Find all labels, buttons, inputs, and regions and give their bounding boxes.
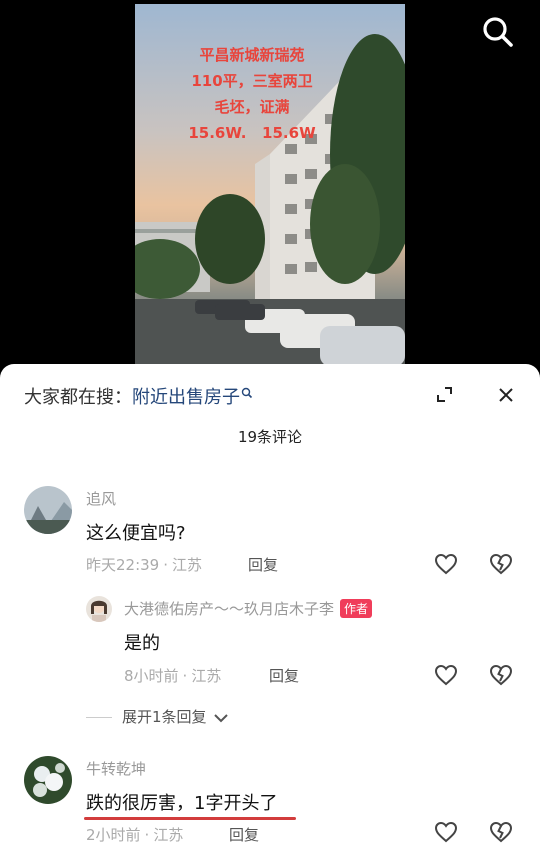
reply-username[interactable]: 大港德佑房产～～玖月店木子李 作者	[124, 598, 373, 619]
hot-search-query[interactable]: 附近出售房子	[132, 387, 240, 408]
close-icon	[499, 388, 513, 402]
dislike-button[interactable]	[488, 820, 514, 844]
heart-icon	[434, 553, 458, 575]
caption-line: 110平，三室两卫	[191, 72, 313, 90]
heart-icon	[434, 821, 458, 843]
dislike-button[interactable]	[488, 663, 514, 687]
expand-panel-button[interactable]	[434, 384, 456, 406]
fullscreen-icon	[437, 387, 452, 402]
reply-meta: 8小时前 · 江苏	[124, 665, 221, 686]
reply-username-text: 大港德佑房产～～玖月店木子李	[124, 600, 335, 618]
avatar[interactable]	[86, 596, 112, 622]
comment-meta: 2小时前 · 江苏	[86, 824, 183, 845]
comment-text: 跌的很厉害，1字开头了	[86, 793, 278, 814]
comment-meta: 昨天22:39 · 江苏	[86, 554, 202, 575]
avatar-image	[86, 596, 112, 622]
broken-heart-icon	[489, 553, 513, 575]
meta-separator: ·	[163, 556, 169, 574]
reply-button[interactable]: 回复	[229, 824, 259, 845]
text-underline	[84, 817, 296, 820]
comment-username[interactable]: 追风	[86, 488, 116, 509]
video-frame[interactable]: 平昌新城新瑞苑 110平，三室两卫 毛坯，证满 15.6W. 15.6W	[135, 4, 405, 370]
broken-heart-icon	[489, 664, 513, 686]
avatar[interactable]	[24, 756, 72, 804]
reply-location: 江苏	[191, 667, 222, 685]
author-badge: 作者	[340, 599, 373, 618]
video-area[interactable]: 平昌新城新瑞苑 110平，三室两卫 毛坯，证满 15.6W. 15.6W	[0, 0, 540, 370]
like-button[interactable]	[433, 820, 459, 844]
expand-replies-label: 展开1条回复	[122, 708, 207, 726]
hot-search-prefix: 大家都在搜：	[24, 387, 132, 408]
chevron-down-icon	[214, 713, 229, 722]
comment-time: 2小时前	[86, 826, 141, 844]
comment-text: 这么便宜吗?	[86, 523, 186, 544]
expand-replies-button[interactable]: 展开1条回复	[86, 706, 229, 727]
comment-username[interactable]: 牛转乾坤	[86, 758, 146, 779]
avatar-image	[24, 756, 72, 804]
caption-line: 毛坯，证满	[214, 98, 290, 116]
broken-heart-icon	[489, 821, 513, 843]
comment-count: 19条评论	[237, 428, 303, 446]
caption-line: 平昌新城新瑞苑	[199, 46, 305, 64]
meta-separator: ·	[182, 667, 188, 685]
like-button[interactable]	[433, 663, 459, 687]
comment-location: 江苏	[153, 826, 184, 844]
avatar[interactable]	[24, 486, 72, 534]
heart-icon	[434, 664, 458, 686]
dislike-button[interactable]	[488, 552, 514, 576]
video-caption: 平昌新城新瑞苑 110平，三室两卫 毛坯，证满 15.6W. 15.6W	[177, 42, 327, 146]
reply-button[interactable]: 回复	[269, 665, 299, 686]
avatar-image	[24, 486, 72, 534]
comment-location: 江苏	[172, 556, 203, 574]
reply-time: 8小时前	[124, 667, 179, 685]
meta-separator: ·	[144, 826, 150, 844]
comments-panel: 大家都在搜：附近出售房子 19条评论 追风 这么便宜吗? 昨天22:39 · 江苏 …	[0, 364, 540, 868]
caption-line: 15.6W. 15.6W	[188, 124, 316, 142]
divider-line	[86, 717, 112, 718]
search-icon	[483, 17, 513, 47]
search-button[interactable]	[480, 14, 516, 50]
reply-text: 是的	[124, 633, 160, 654]
close-button[interactable]	[495, 384, 517, 406]
small-search-icon	[241, 383, 253, 404]
reply-button[interactable]: 回复	[248, 554, 278, 575]
hot-search-bar[interactable]: 大家都在搜：附近出售房子	[24, 383, 253, 409]
like-button[interactable]	[433, 552, 459, 576]
comment-time: 昨天22:39	[86, 556, 160, 574]
